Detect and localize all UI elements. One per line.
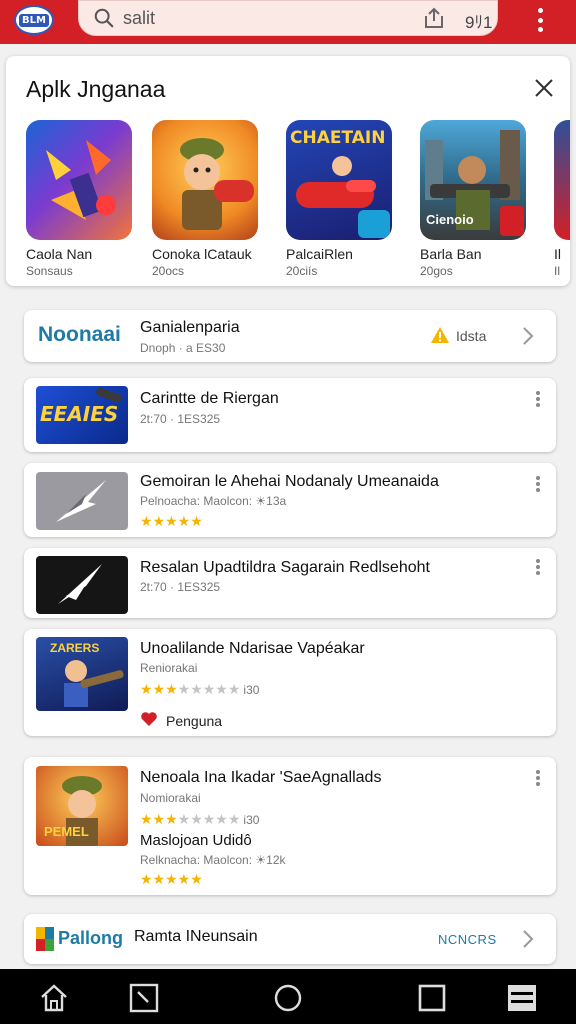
tile-image: CHAETAIN — [286, 120, 392, 240]
logo-text: BLM — [19, 13, 49, 27]
tile-name: Conoka lCatauk — [152, 246, 252, 262]
promo-badge: Idsta — [456, 328, 487, 344]
tile-subtitle: Sonsaus — [26, 264, 73, 278]
app-meta: Nomiorakai — [140, 791, 201, 805]
app-sub-meta: Relknacha: Maolcon: ☀12k — [140, 853, 286, 867]
app-list-item[interactable]: PEMEL Nenoala Ina Ikadar 'SaeAgnallads N… — [24, 757, 556, 895]
home-icon[interactable] — [38, 983, 70, 1013]
app-list-item[interactable]: Resalan Upadtildra Sagarain Redlsehoht 2… — [24, 548, 556, 618]
circle-home-icon[interactable] — [272, 983, 304, 1013]
featured-tile[interactable]: Conoka lCatauk 20ocs — [152, 120, 264, 278]
promo-brand: Noonaai — [38, 323, 121, 346]
app-list-item[interactable]: ZARERS Unoalilande Ndarisae Vapéakar Ren… — [24, 629, 556, 736]
tile-image — [152, 120, 258, 240]
chevron-right-icon[interactable] — [520, 326, 536, 346]
chevron-right-icon[interactable] — [520, 929, 536, 949]
share-icon[interactable] — [423, 6, 445, 30]
square-recents-icon[interactable] — [416, 983, 448, 1013]
bottom-promo-card[interactable]: Pallong Ramta INeunsain NCNCRS — [24, 914, 556, 964]
featured-apps-card: Aplk Jnganaa Caola Nan Sonsaus Conoka lC… — [6, 56, 570, 286]
app-thumbnail — [36, 472, 128, 530]
app-logo-icon — [36, 927, 54, 951]
tile-name: Barla Ban — [420, 246, 482, 262]
star-rating: ★★★★★★★★ i30 — [140, 681, 260, 697]
warning-icon — [431, 327, 449, 343]
tile-subtitle: 20gos — [420, 264, 453, 278]
app-title: Nenoala Ina Ikadar 'SaeAgnallads — [140, 769, 382, 786]
app-thumbnail: PEMEL — [36, 766, 128, 846]
app-title: Unoalilande Ndarisae Vapéakar — [140, 640, 365, 657]
app-title: Resalan Upadtildra Sagarain Redlsehoht — [140, 559, 430, 576]
app-list-item[interactable]: Gemoiran le Ahehai Nodanaly Umeanaida Pe… — [24, 463, 556, 537]
app-tag: Penguna — [166, 713, 223, 729]
bottom-badge: NCNCRS — [438, 932, 497, 947]
featured-title: Aplk Jnganaa — [26, 76, 166, 102]
tile-subtitle: Il — [554, 264, 560, 278]
thumbnail-text: PEMEL — [44, 824, 89, 839]
tile-subtitle: 20ocs — [152, 264, 185, 278]
tile-image — [26, 120, 132, 240]
app-meta: 2t:70 · 1ES325 — [140, 412, 221, 426]
bottom-brand: Pallong — [58, 928, 124, 948]
featured-tile[interactable]: CHAETAIN PalcaiRlen 20ciís — [286, 120, 398, 278]
review-count: i30 — [243, 683, 260, 697]
tile-image — [554, 120, 570, 240]
more-vert-icon[interactable] — [535, 770, 541, 786]
tile-art-text: Cienoio — [426, 212, 474, 227]
review-count: i30 — [243, 813, 260, 827]
featured-tile[interactable]: Cienoio Barla Ban 20gos — [420, 120, 532, 278]
system-nav-bar — [0, 969, 576, 1024]
search-bar[interactable]: salit 9ﾘ1 — [78, 0, 498, 36]
close-icon[interactable] — [532, 76, 556, 100]
search-input[interactable]: salit — [123, 8, 155, 29]
featured-tile[interactable]: Il Il — [554, 120, 570, 278]
promo-meta: Dnoph · a ES30 — [140, 341, 226, 355]
app-title: Carintte de Riergan — [140, 390, 279, 407]
star-rating: ★★★★★★★★ i30 — [140, 811, 260, 827]
more-vert-icon[interactable] — [535, 476, 541, 492]
tile-name: Caola Nan — [26, 246, 93, 262]
tile-subtitle: 20ciís — [286, 264, 318, 278]
star-rating: ★★★★★ — [140, 513, 203, 529]
more-vert-icon[interactable] — [535, 559, 541, 575]
app-meta: Reniorakai — [140, 661, 198, 675]
back-icon[interactable] — [128, 983, 160, 1013]
app-thumbnail: EEAIES — [36, 386, 128, 444]
app-logo[interactable]: BLM — [14, 5, 54, 35]
featured-tile[interactable]: Caola Nan Sonsaus — [26, 120, 138, 278]
result-count: 9ﾘ1 — [465, 13, 493, 32]
app-list-item[interactable]: EEAIES Carintte de Riergan 2t:70 · 1ES32… — [24, 378, 556, 452]
app-thumbnail — [36, 556, 128, 614]
promo-card[interactable]: Noonaai Ganialenparia Dnoph · a ES30 Ids… — [24, 310, 556, 362]
top-app-bar: BLM salit 9ﾘ1 — [0, 0, 576, 44]
star-rating-secondary: ★★★★★ — [140, 871, 203, 887]
tile-name: PalcaiRlen — [286, 246, 353, 262]
more-vert-icon[interactable] — [535, 391, 541, 407]
app-thumbnail: ZARERS — [36, 637, 128, 711]
menu-icon[interactable] — [506, 983, 538, 1013]
app-subtitle: Maslojoan Udidô — [140, 832, 252, 849]
tile-name: Il — [554, 246, 561, 262]
heart-icon — [141, 712, 157, 726]
promo-title: Ganialenparia — [140, 319, 240, 336]
app-title: Gemoiran le Ahehai Nodanaly Umeanaida — [140, 473, 439, 490]
search-icon — [94, 8, 114, 28]
more-vert-icon[interactable] — [530, 8, 550, 32]
app-meta: Pelnoacha: Maolcon: ☀13a — [140, 494, 287, 508]
bottom-title: Ramta INeunsain — [134, 928, 258, 945]
app-meta: 2t:70 · 1ES325 — [140, 580, 221, 594]
tile-image: Cienoio — [420, 120, 526, 240]
